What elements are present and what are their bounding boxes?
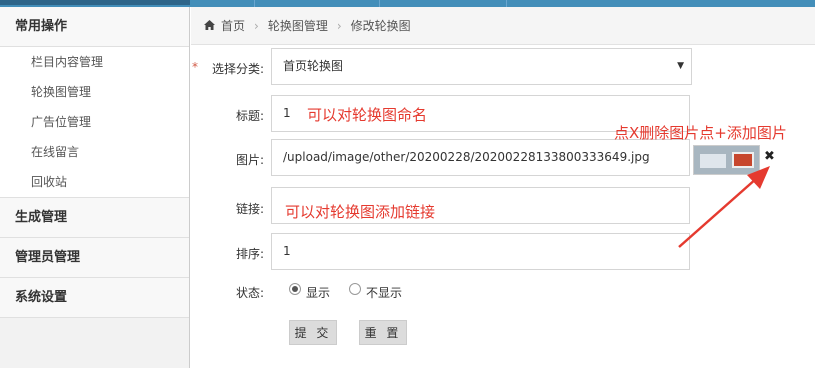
title-input-value: 1 [283,106,291,120]
annotation-link-note: 可以对轮换图添加链接 [285,203,436,221]
title-label: 标题: [235,109,264,123]
image-thumbnail [693,145,760,175]
sidebar-group-generate[interactable]: 生成管理 [0,198,189,238]
status-label: 状态: [235,286,264,300]
top-bar [0,0,815,7]
top-bar-divider [506,0,507,7]
chevron-right-icon: › [254,19,259,33]
order-label: 排序: [235,247,264,261]
annotation-title-note: 可以对轮换图命名 [307,106,428,124]
sidebar-submenu: 栏目内容管理 轮换图管理 广告位管理 在线留言 回收站 [0,47,189,198]
top-bar-left [0,0,190,5]
status-radio-show[interactable] [289,283,301,295]
breadcrumb-current: 修改轮换图 [350,19,411,33]
status-option-show: 显示 [306,286,331,300]
category-select[interactable]: 首页轮换图 ▼ [271,48,692,85]
sidebar-item-carousel[interactable]: 轮换图管理 [0,77,189,107]
sidebar-item-ads[interactable]: 广告位管理 [0,107,189,137]
home-icon [204,7,216,45]
thumbnail-part [732,152,754,168]
image-path-value: /upload/image/other/20200228/20200228133… [283,150,650,164]
image-path-input[interactable]: /upload/image/other/20200228/20200228133… [271,139,690,176]
status-radio-hide[interactable] [349,283,361,295]
top-bar-divider [254,0,255,7]
sidebar-item-recycle-bin[interactable]: 回收站 [0,167,189,197]
image-label: 图片: [235,153,264,167]
thumbnail-part [700,154,726,168]
sidebar-group-common[interactable]: 常用操作 [0,7,189,47]
breadcrumb-home[interactable]: 首页 [221,19,245,33]
order-input[interactable]: 1 [271,233,690,270]
order-input-value: 1 [283,244,291,258]
annotation-image-note: 点X删除图片点+添加图片 [614,124,787,142]
link-label: 链接: [235,202,264,216]
category-select-value: 首页轮换图 [283,59,344,73]
breadcrumb: 首页 › 轮换图管理 › 修改轮换图 [191,7,815,45]
close-icon[interactable]: ✖ [764,149,775,164]
submit-button[interactable]: 提 交 [289,320,337,345]
status-option-hide: 不显示 [366,286,403,300]
required-mark: * [192,60,198,74]
category-label: 选择分类: [211,62,264,76]
reset-button[interactable]: 重 置 [359,320,407,345]
breadcrumb-carousel[interactable]: 轮换图管理 [268,19,328,33]
sidebar: 常用操作 栏目内容管理 轮换图管理 广告位管理 在线留言 回收站 生成管理 管理… [0,7,190,368]
sidebar-item-column-content[interactable]: 栏目内容管理 [0,47,189,77]
sidebar-group-settings[interactable]: 系统设置 [0,278,189,318]
sidebar-item-messages[interactable]: 在线留言 [0,137,189,167]
caret-down-icon: ▼ [677,61,684,71]
top-bar-divider [379,0,380,7]
sidebar-group-admins[interactable]: 管理员管理 [0,238,189,278]
chevron-right-icon: › [336,19,342,33]
